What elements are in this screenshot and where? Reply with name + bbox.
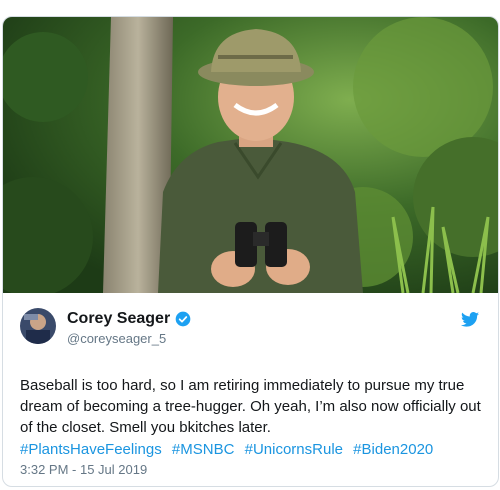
verified-badge-icon [175,311,191,327]
tweet-card[interactable]: Corey Seager @coreyseager_5 Baseball is … [2,16,499,487]
tweet-photo[interactable] [3,17,498,293]
display-name[interactable]: Corey Seager [67,310,170,328]
hashtag-link[interactable]: #PlantsHaveFeelings [20,441,162,458]
hashtag-row: #PlantsHaveFeelings #MSNBC #UnicornsRule… [20,439,485,460]
photo-man-with-binoculars-by-tree [3,17,498,293]
tweet-text: Baseball is too hard, so I am retiring i… [20,377,481,436]
tweet-timestamp[interactable]: 3:32 PM - 15 Jul 2019 [20,462,147,477]
avatar[interactable] [20,308,56,344]
hashtag-link[interactable]: #UnicornsRule [245,441,343,458]
display-name-row[interactable]: Corey Seager [67,310,191,328]
hashtag-link[interactable]: #MSNBC [172,441,235,458]
tweet-body: Corey Seager @coreyseager_5 Baseball is … [3,293,498,486]
user-handle[interactable]: @coreyseager_5 [67,331,166,346]
twitter-bird-icon[interactable] [461,312,479,327]
avatar-image [20,308,56,344]
hashtag-link[interactable]: #Biden2020 [353,441,433,458]
